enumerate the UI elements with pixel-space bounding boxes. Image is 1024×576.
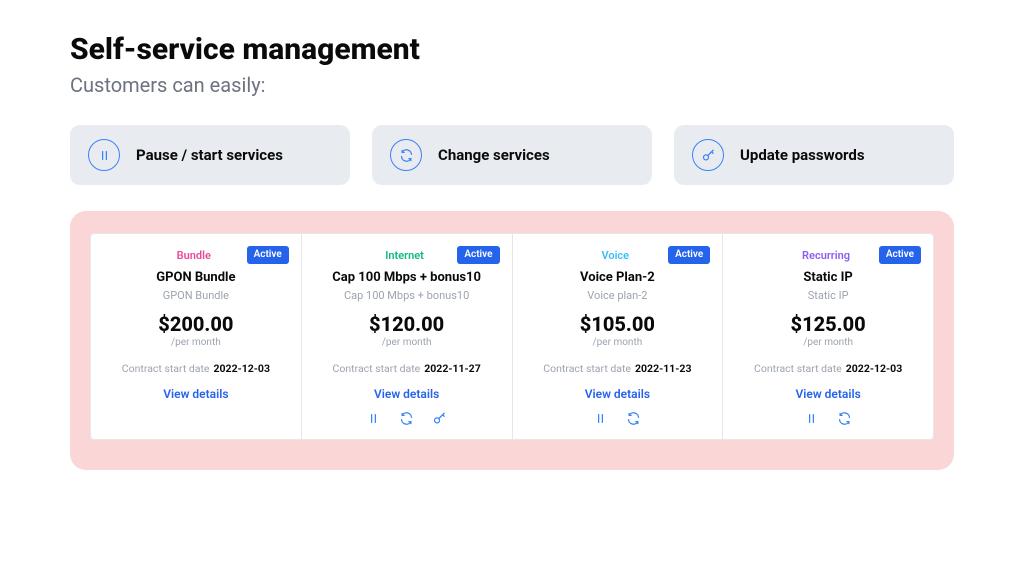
contract-date: 2022-12-03 [846, 362, 902, 375]
plan-price: $105.00 [580, 312, 655, 336]
refresh-icon [390, 139, 422, 171]
plan-desc: GPON Bundle [163, 289, 229, 302]
category-label: Bundle [141, 249, 247, 262]
action-change-services[interactable]: Change services [372, 125, 652, 185]
actions-row: Pause / start services Change services U… [70, 125, 954, 185]
view-details-link[interactable]: View details [585, 387, 650, 401]
pause-icon [88, 139, 120, 171]
plan-desc: Static IP [808, 289, 849, 302]
pause-icon[interactable] [804, 411, 819, 429]
pause-icon[interactable] [366, 411, 381, 429]
service-card: BundleActive GPON Bundle GPON Bundle $200.0… [91, 234, 302, 439]
service-card: InternetActive Cap 100 Mbps + bonus10 Cap … [302, 234, 513, 439]
action-label: Pause / start services [136, 146, 283, 164]
action-label: Change services [438, 146, 550, 164]
service-card: RecurringActive Static IP Static IP $125.00… [723, 234, 933, 439]
plan-price: $120.00 [369, 312, 444, 336]
service-card: VoiceActive Voice Plan-2 Voice plan-2 $105.… [513, 234, 724, 439]
page-title: Self-service management [70, 32, 954, 67]
plan-desc: Cap 100 Mbps + bonus10 [344, 289, 469, 302]
plan-title: GPON Bundle [156, 270, 235, 285]
action-label: Update passwords [740, 146, 865, 164]
card-actions [593, 411, 641, 429]
status-badge: Active [668, 246, 710, 264]
action-pause-start[interactable]: Pause / start services [70, 125, 350, 185]
status-badge: Active [247, 246, 289, 264]
category-label: Voice [563, 249, 669, 262]
service-cards: BundleActiveGPON BundleGPON Bundle$200.0… [90, 233, 934, 440]
contract-date: 2022-12-03 [214, 362, 270, 375]
view-details-link[interactable]: View details [163, 387, 228, 401]
category-label: Recurring [773, 249, 879, 262]
price-period: /per month [593, 337, 643, 348]
action-update-passwords[interactable]: Update passwords [674, 125, 954, 185]
price-period: /per month [803, 337, 853, 348]
plan-price: $200.00 [158, 312, 233, 336]
price-period: /per month [382, 337, 432, 348]
status-badge: Active [457, 246, 499, 264]
contract-date: 2022-11-23 [635, 362, 691, 375]
plan-desc: Voice plan-2 [587, 289, 647, 302]
price-period: /per month [171, 337, 221, 348]
status-badge: Active [879, 246, 921, 264]
contract-line: Contract start date2022-11-27 [333, 362, 481, 375]
view-details-link[interactable]: View details [374, 387, 439, 401]
card-actions [804, 411, 852, 429]
plan-price: $125.00 [791, 312, 866, 336]
plan-title: Static IP [803, 270, 852, 285]
key-icon[interactable] [432, 411, 447, 429]
category-label: Internet [352, 249, 458, 262]
pause-icon[interactable] [593, 411, 608, 429]
card-actions [366, 411, 447, 429]
refresh-icon[interactable] [837, 411, 852, 429]
services-panel: BundleActiveGPON BundleGPON Bundle$200.0… [70, 211, 954, 470]
page-subtitle: Customers can easily: [70, 73, 954, 97]
contract-date: 2022-11-27 [424, 362, 480, 375]
key-icon [692, 139, 724, 171]
plan-title: Voice Plan-2 [580, 270, 655, 285]
refresh-icon[interactable] [626, 411, 641, 429]
contract-line: Contract start date2022-12-03 [122, 362, 270, 375]
contract-line: Contract start date2022-11-23 [543, 362, 691, 375]
refresh-icon[interactable] [399, 411, 414, 429]
view-details-link[interactable]: View details [795, 387, 860, 401]
plan-title: Cap 100 Mbps + bonus10 [332, 270, 481, 285]
contract-line: Contract start date2022-12-03 [754, 362, 902, 375]
